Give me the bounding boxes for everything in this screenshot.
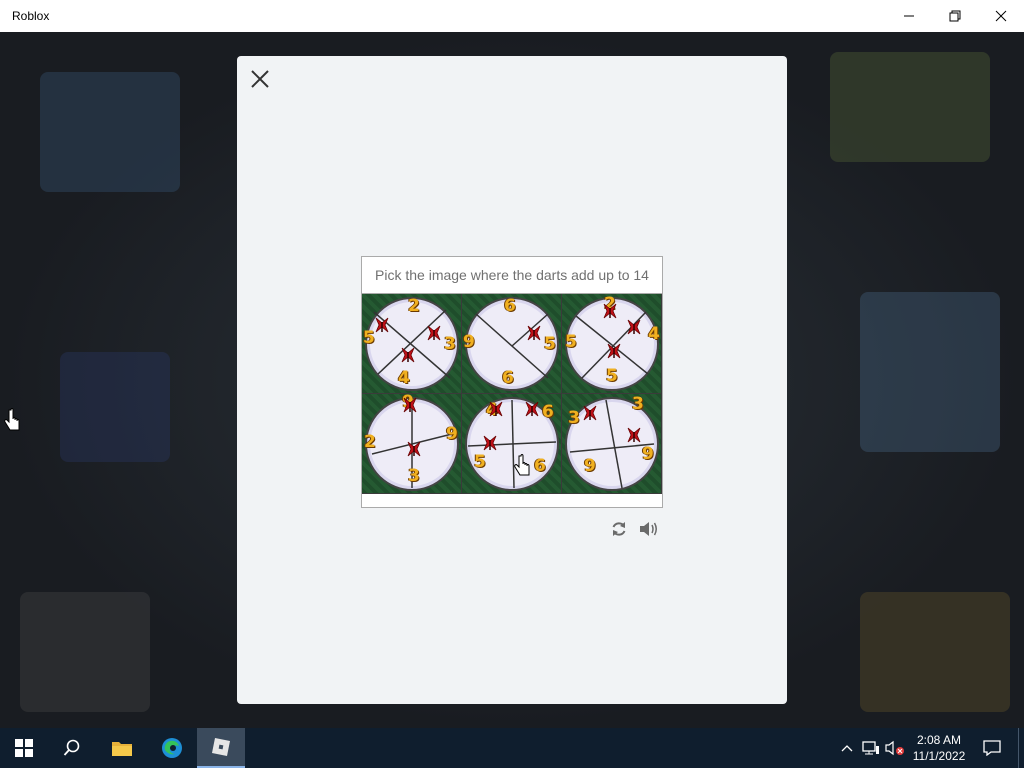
restore-button[interactable] <box>932 0 978 32</box>
dart-icon <box>427 325 441 341</box>
volume-muted-icon <box>885 740 904 756</box>
network-status[interactable] <box>861 728 881 768</box>
roblox-icon <box>212 738 230 756</box>
dart-number: 6 <box>542 402 554 422</box>
dart-number: 3 <box>408 466 420 486</box>
dart-number: 4 <box>648 324 660 344</box>
speaker-icon <box>640 522 657 536</box>
verification-modal: Pick the image where the darts add up to… <box>237 56 787 704</box>
clock-date: 11/1/2022 <box>912 749 966 763</box>
dart-icon <box>527 325 541 341</box>
dart-icon <box>401 347 415 363</box>
edge-icon <box>162 738 182 758</box>
chevron-up-icon <box>841 745 853 752</box>
window-title: Roblox <box>12 9 50 23</box>
volume-status[interactable] <box>884 728 906 768</box>
captcha-tile[interactable]: 2534 <box>362 294 462 394</box>
start-button[interactable] <box>0 728 48 768</box>
dart-icon <box>407 441 421 457</box>
captcha-tile[interactable]: 2545 <box>562 294 662 394</box>
dart-number: 9 <box>463 332 475 352</box>
dart-icon <box>627 319 641 335</box>
dart-number: 5 <box>606 366 618 386</box>
window-titlebar: Roblox <box>0 0 1024 32</box>
dart-number: 2 <box>364 432 376 452</box>
close-window-button[interactable] <box>978 0 1024 32</box>
captcha-tile[interactable]: 4656 <box>462 394 562 494</box>
edge-browser-button[interactable] <box>148 728 196 768</box>
minimize-icon <box>904 15 914 17</box>
taskbar: 2:08 AM 11/1/2022 <box>0 728 1024 768</box>
captcha-prompt: Pick the image where the darts add up to… <box>362 257 662 294</box>
dart-icon <box>627 427 641 443</box>
roblox-taskbar-button[interactable] <box>197 728 245 768</box>
dart-number: 5 <box>544 334 556 354</box>
network-icon <box>862 741 879 755</box>
clock-time: 2:08 AM <box>916 733 962 747</box>
captcha-panel: Pick the image where the darts add up to… <box>361 256 663 508</box>
dart-icon <box>603 303 617 319</box>
notifications-button[interactable] <box>980 728 1004 768</box>
dart-icon <box>483 435 497 451</box>
close-window-icon <box>995 10 1007 22</box>
audio-button[interactable] <box>638 518 660 540</box>
captcha-grid: 253469562545929346563399 <box>362 294 662 494</box>
dart-number: 9 <box>642 444 654 464</box>
dart-number: 5 <box>474 452 486 472</box>
captcha-tile[interactable]: 3 3 9 9 <box>562 394 662 494</box>
dart-number: 5 <box>565 332 577 352</box>
refresh-button[interactable] <box>608 518 630 540</box>
dart-number: 3 <box>444 334 456 354</box>
captcha-tile[interactable]: 9293 <box>362 392 462 494</box>
dart-icon <box>525 401 539 417</box>
dart-number: 4 <box>398 368 410 388</box>
dart-number: 9 <box>446 424 458 444</box>
captcha-tile[interactable]: 6 9 5 6 <box>462 294 562 394</box>
dart-number: 2 <box>408 296 420 316</box>
dart-icon <box>607 343 621 359</box>
dart-number: 6 <box>534 456 546 476</box>
system-clock[interactable]: 2:08 AM 11/1/2022 <box>906 732 972 764</box>
dart-number: 3 <box>632 394 644 414</box>
notification-icon <box>983 740 1001 756</box>
minimize-button[interactable] <box>886 0 932 32</box>
search-icon <box>63 739 80 756</box>
search-button[interactable] <box>48 728 96 768</box>
dart-icon <box>403 397 417 413</box>
file-explorer-button[interactable] <box>98 728 146 768</box>
folder-icon <box>112 742 132 756</box>
hand-cursor-icon <box>514 454 530 476</box>
dart-icon <box>583 405 597 421</box>
dart-number: 6 <box>504 296 516 316</box>
dart-icon <box>489 401 503 417</box>
show-desktop-divider[interactable] <box>1018 728 1019 768</box>
hand-cursor-icon <box>4 408 20 431</box>
refresh-icon <box>612 522 626 536</box>
dart-number: 3 <box>568 408 580 428</box>
dart-icon <box>375 317 389 333</box>
dart-number: 6 <box>502 368 514 388</box>
show-hidden-icons-button[interactable] <box>838 728 856 768</box>
captcha-tools <box>608 518 660 540</box>
dart-number: 9 <box>584 456 596 476</box>
windows-logo-icon <box>15 739 33 757</box>
close-icon[interactable] <box>249 68 271 90</box>
restore-icon <box>949 10 961 22</box>
